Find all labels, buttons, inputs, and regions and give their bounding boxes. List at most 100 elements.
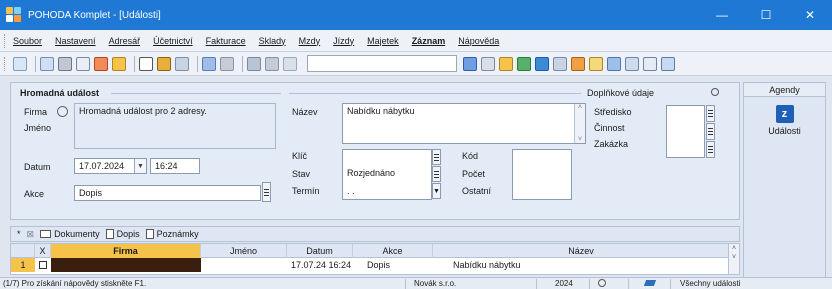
select-icon[interactable] xyxy=(499,56,513,71)
back-icon[interactable] xyxy=(202,56,216,71)
row-checkbox[interactable] xyxy=(39,261,47,269)
stredisko-picker-button[interactable] xyxy=(706,105,715,122)
preview-icon[interactable] xyxy=(40,56,54,71)
zakazka-picker-button[interactable] xyxy=(706,141,715,158)
col-header-firma[interactable]: Firma xyxy=(51,244,201,258)
document-icon[interactable] xyxy=(139,56,153,71)
agenda-item-udalosti[interactable]: Události xyxy=(744,126,825,136)
firma-label: Firma xyxy=(24,107,47,117)
tab-asterisk[interactable]: * xyxy=(17,229,21,239)
attach-icon[interactable] xyxy=(112,56,126,71)
grid-view-icon[interactable] xyxy=(625,56,639,71)
status-separator xyxy=(628,279,629,289)
print-preview-icon[interactable] xyxy=(76,56,90,71)
menu-fakturace[interactable]: Fakturace xyxy=(206,36,246,46)
minimize-button[interactable]: — xyxy=(700,0,744,30)
menu-adresar[interactable]: Adresář xyxy=(109,36,141,46)
datum-input[interactable]: 17.07.2024 ▼ xyxy=(74,158,147,174)
toolbar-grip xyxy=(4,56,7,71)
status-filter[interactable]: Všechny události xyxy=(680,278,740,289)
menu-bar: Soubor Nastavení Adresář Účetnictví Fakt… xyxy=(0,30,832,52)
menu-sklady[interactable]: Sklady xyxy=(259,36,286,46)
tab-poznamky[interactable]: Poznámky xyxy=(145,229,199,239)
print-icon[interactable] xyxy=(58,56,72,71)
col-header-datum[interactable]: Datum xyxy=(287,244,353,258)
calculator-icon[interactable] xyxy=(553,56,567,71)
menu-napoveda[interactable]: Nápověda xyxy=(458,36,499,46)
firma-field[interactable]: Hromadná událost pro 2 adresy. xyxy=(74,103,276,149)
stav-picker-button[interactable] xyxy=(432,166,441,182)
termin-dropdown-icon[interactable]: ▼ xyxy=(432,183,441,199)
edit-icon[interactable] xyxy=(157,56,171,71)
extra-settings-icon[interactable] xyxy=(711,88,719,96)
stredisko-field[interactable] xyxy=(666,105,705,158)
col-header-jmeno[interactable]: Jméno xyxy=(201,244,287,258)
menu-jizdy[interactable]: Jízdy xyxy=(333,36,354,46)
menu-majetek[interactable]: Majetek xyxy=(367,36,399,46)
quick-search-combo[interactable] xyxy=(307,55,457,72)
status-info-icon xyxy=(598,279,606,287)
grid-corner xyxy=(11,244,35,258)
menu-nastaveni[interactable]: Nastavení xyxy=(55,36,96,46)
grid-scrollbar[interactable]: ˄ ˅ xyxy=(728,244,739,274)
menu-zaznam[interactable]: Záznam xyxy=(412,36,446,46)
datum-dropdown-icon[interactable]: ▼ xyxy=(134,159,146,173)
list-icon[interactable] xyxy=(175,56,189,71)
cinnost-label: Činnost xyxy=(594,123,625,133)
copy-icon[interactable] xyxy=(283,56,297,71)
users-icon[interactable] xyxy=(571,56,585,71)
jmeno-label: Jméno xyxy=(24,123,52,133)
status-bar: (1/7) Pro získání nápovědy stiskněte F1.… xyxy=(0,277,832,289)
nazev-field[interactable]: Nabídku nábytku ˄ ˅ xyxy=(342,103,586,144)
maximize-button[interactable]: ☐ xyxy=(744,0,788,30)
pohoda-logo-icon xyxy=(6,7,22,23)
forward-icon[interactable] xyxy=(220,56,234,71)
section-divider xyxy=(289,93,581,94)
menu-mzdy[interactable]: Mzdy xyxy=(299,36,321,46)
events-grid: X Firma Jméno Datum Akce Název 1 17.07.2… xyxy=(10,243,740,275)
sort-icon[interactable] xyxy=(481,56,495,71)
menu-ucetnictvi[interactable]: Účetnictví xyxy=(153,36,193,46)
stav-value: Rozjednáno xyxy=(347,168,396,178)
kod-label: Kód xyxy=(462,151,479,161)
klic-picker-button[interactable] xyxy=(432,149,441,165)
stav-field[interactable]: Rozjednáno . . xyxy=(342,149,432,200)
nazev-scrollbar[interactable]: ˄ ˅ xyxy=(574,104,585,143)
row-datum-cell: 17.07.24 16:24 xyxy=(291,260,352,270)
row-nazev-cell: Nabídku nábytku xyxy=(453,260,521,270)
table-row[interactable]: 1 17.07.24 16:24 Dopis Nabídku nábytku xyxy=(11,258,728,272)
akce-input[interactable]: Dopis xyxy=(74,185,261,201)
help-icon[interactable] xyxy=(661,56,675,71)
delete-icon[interactable] xyxy=(265,56,279,71)
filter-tab-icon[interactable]: ⊠ xyxy=(27,229,35,240)
firma-lookup-icon[interactable] xyxy=(57,106,68,117)
menu-soubor[interactable]: Soubor xyxy=(13,36,42,46)
save-icon[interactable] xyxy=(247,56,261,71)
termin-value: . . xyxy=(347,186,355,196)
tab-dokumenty[interactable]: Dokumenty xyxy=(40,229,100,239)
agenda-panel: Agendy z Události xyxy=(743,82,826,282)
akce-picker-button[interactable] xyxy=(262,182,271,202)
col-header-nazev[interactable]: Název xyxy=(433,244,730,258)
new-record-icon[interactable] xyxy=(13,56,27,71)
iban-icon[interactable] xyxy=(589,56,603,71)
toolbar-separator xyxy=(197,55,198,72)
cinnost-picker-button[interactable] xyxy=(706,123,715,140)
export-icon[interactable] xyxy=(94,56,108,71)
toolbar-separator xyxy=(134,55,135,72)
chart-icon[interactable] xyxy=(535,56,549,71)
termin-label: Termín xyxy=(292,186,320,196)
kod-pocet-field[interactable] xyxy=(512,149,572,200)
table-icon[interactable] xyxy=(517,56,531,71)
window-icon[interactable] xyxy=(607,56,621,71)
form-view-icon[interactable] xyxy=(643,56,657,71)
filter-icon[interactable] xyxy=(463,56,477,71)
status-separator xyxy=(589,279,590,289)
tab-dopis[interactable]: Dopis xyxy=(105,229,140,239)
col-header-akce[interactable]: Akce xyxy=(353,244,433,258)
col-header-x[interactable]: X xyxy=(35,244,51,258)
close-button[interactable]: ✕ xyxy=(788,0,832,30)
events-agenda-icon[interactable]: z xyxy=(775,105,794,123)
time-input[interactable]: 16:24 xyxy=(150,158,200,174)
row-number: 1 xyxy=(11,258,35,272)
